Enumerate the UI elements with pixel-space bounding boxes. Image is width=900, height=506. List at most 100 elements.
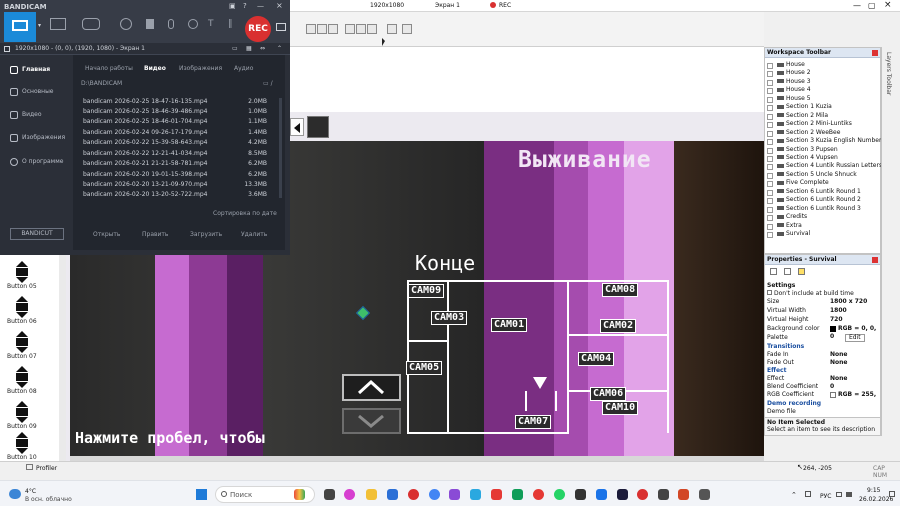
cam-label[interactable]: CAM06	[590, 387, 627, 401]
minimize-icon[interactable]: —	[257, 2, 264, 10]
workspace-frame-item[interactable]: Section 2 Mini-Luntiks	[767, 120, 852, 129]
settings-tab-icon[interactable]	[770, 268, 777, 275]
app-icon[interactable]	[449, 489, 460, 500]
workspace-frame-item[interactable]: Section 3 Pupsen	[767, 146, 838, 154]
edit-button[interactable]: Править	[142, 231, 168, 238]
maximize-icon[interactable]: ▢	[868, 1, 876, 10]
prop-row[interactable]: Fade In None	[767, 351, 879, 359]
object-item[interactable]: Button 06	[4, 294, 60, 329]
workspace-frame-item[interactable]: Section 2 Mila	[766, 112, 828, 120]
rect-mode-button[interactable]	[50, 18, 66, 30]
prop-row[interactable]: Background color RGB = 0, 0, 0	[767, 325, 879, 340]
folder-icon[interactable]: ▭ /	[263, 80, 273, 87]
whatsapp-icon[interactable]	[554, 489, 565, 500]
workspace-frame-item[interactable]: Section 3 Kuzia English Number	[766, 137, 881, 146]
toolbar-grid-button[interactable]	[356, 24, 366, 34]
toolbar-dropdown-button[interactable]	[306, 24, 316, 34]
workspace-frame-item[interactable]: House 4	[767, 86, 811, 95]
grid-icon[interactable]: ▦	[246, 45, 252, 52]
cursor-effect-icon[interactable]	[188, 19, 198, 29]
toolbar-layout-button[interactable]	[345, 24, 355, 34]
cam-label[interactable]: CAM05	[406, 361, 443, 375]
nav-about[interactable]: О программе	[0, 155, 72, 169]
workspace-frame-item[interactable]: House 3	[767, 78, 811, 86]
arrow-down-button[interactable]	[342, 408, 401, 434]
resize-icon[interactable]: ⇔	[260, 45, 265, 52]
tab-images[interactable]: Изображения	[179, 65, 222, 72]
object-item[interactable]: Button 10	[4, 430, 60, 465]
layers-toolbar-label[interactable]: Layers Toolbar	[885, 52, 892, 95]
notification-icon[interactable]	[889, 491, 895, 497]
file-row[interactable]: bandicam 2026-02-21 21-21-58-781.mp4 6.2M…	[83, 160, 267, 169]
prop-row[interactable]: Virtual Height 720	[767, 316, 879, 324]
nav-home[interactable]: Главная	[0, 63, 72, 77]
telegram-icon[interactable]	[470, 489, 481, 500]
workspace-frame-item[interactable]: Section 1 Kuzia	[767, 103, 832, 112]
nav-video[interactable]: Видео	[0, 108, 72, 122]
cam-label[interactable]: CAM04	[578, 352, 615, 366]
bandicut-button[interactable]: BANDICUT	[10, 228, 64, 240]
app-icon[interactable]	[294, 489, 305, 500]
prop-row[interactable]: Virtual Width 1800	[767, 307, 879, 315]
prop-row[interactable]: Blend Coefficient 0	[767, 383, 879, 391]
play-object[interactable]	[290, 118, 304, 136]
folder-icon[interactable]: ▣	[229, 2, 236, 10]
workspace-frame-item[interactable]: House	[767, 61, 805, 69]
file-row[interactable]: bandicam 2026-02-25 18-46-39-486.mp4 1.0M…	[83, 108, 267, 117]
close-icon[interactable]: ×	[884, 0, 892, 10]
file-row[interactable]: bandicam 2026-02-20 19-01-15-398.mp4 6.2M…	[83, 171, 267, 180]
tab-getting-started[interactable]: Начало работы	[85, 65, 133, 72]
open-button[interactable]: Открыть	[93, 231, 120, 238]
collapse-icon[interactable]: ⌃	[277, 45, 282, 52]
powerpoint-icon[interactable]	[678, 489, 689, 500]
rec-button[interactable]: REC	[245, 16, 271, 42]
file-row[interactable]: bandicam 2026-02-25 18-46-01-704.mp4 1.1M…	[83, 118, 267, 127]
delete-button[interactable]: Удалить	[241, 231, 267, 238]
toolbar-back-button[interactable]	[317, 24, 327, 34]
chrome-icon[interactable]	[429, 489, 440, 500]
close-icon[interactable]	[872, 257, 878, 263]
sort-by-date[interactable]: Сортировка по дате	[213, 210, 277, 217]
prop-row[interactable]: Palette Edit	[767, 334, 879, 342]
toolbar-view-button[interactable]	[367, 24, 377, 34]
store-icon[interactable]	[387, 489, 398, 500]
photoshop-icon[interactable]	[617, 489, 628, 500]
nav-general[interactable]: Основные	[0, 85, 72, 99]
microphone-icon[interactable]	[168, 19, 174, 29]
file-row[interactable]: bandicam 2026-02-25 18-47-16-135.mp4 2.0M…	[83, 98, 267, 107]
layers-toolbar-strip[interactable]	[881, 47, 900, 436]
opera-icon[interactable]	[408, 489, 419, 500]
clock-time[interactable]: 9:15	[867, 487, 880, 494]
dont-include-checkbox[interactable]: Don't include at build time	[767, 290, 879, 298]
workspace-frame-item[interactable]: Section 6 Luntik Round 2	[767, 196, 861, 205]
yandex-icon[interactable]	[491, 489, 502, 500]
palette-edit-button[interactable]: Edit	[845, 334, 865, 342]
workspace-frame-item[interactable]: House 5	[767, 95, 811, 103]
language-indicator[interactable]: РУС	[820, 493, 831, 500]
cam-label[interactable]: CAM02	[600, 319, 637, 333]
wifi-icon[interactable]	[836, 492, 842, 497]
volume-icon[interactable]	[846, 492, 852, 497]
pause-icon[interactable]: ‖	[228, 19, 233, 29]
cam-label[interactable]: CAM07	[515, 415, 552, 429]
game-mode-icon[interactable]	[82, 18, 100, 30]
camera-snapshot-icon[interactable]	[276, 23, 286, 31]
workspace-frame-item[interactable]: Credits	[766, 213, 807, 222]
clock-date[interactable]: 26.02.2026	[859, 496, 893, 503]
help-icon[interactable]: ?	[243, 2, 247, 10]
workspace-frame-item[interactable]: House 2	[767, 69, 811, 78]
toolbar-zoom-button[interactable]	[387, 24, 397, 34]
windows-start-icon[interactable]	[196, 489, 207, 500]
workspace-frame-item[interactable]: Section 6 Luntik Round 1	[767, 188, 861, 196]
screen-mode-button[interactable]	[4, 12, 36, 42]
workspace-frame-item[interactable]: Section 2 WeeBee	[766, 129, 840, 137]
workspace-frame-item[interactable]: Extra	[767, 222, 802, 230]
tab-audio[interactable]: Аудио	[234, 65, 253, 72]
prop-row[interactable]: Fade Out None	[767, 359, 879, 367]
tab-video[interactable]: Видео	[144, 65, 166, 72]
topbar-rec-label[interactable]: REC	[499, 2, 511, 9]
app-icon[interactable]	[533, 489, 544, 500]
file-list-scrollbar[interactable]	[279, 98, 282, 198]
prop-row[interactable]: Demo file	[767, 408, 879, 416]
profiler-tab[interactable]: Profiler	[36, 465, 57, 472]
